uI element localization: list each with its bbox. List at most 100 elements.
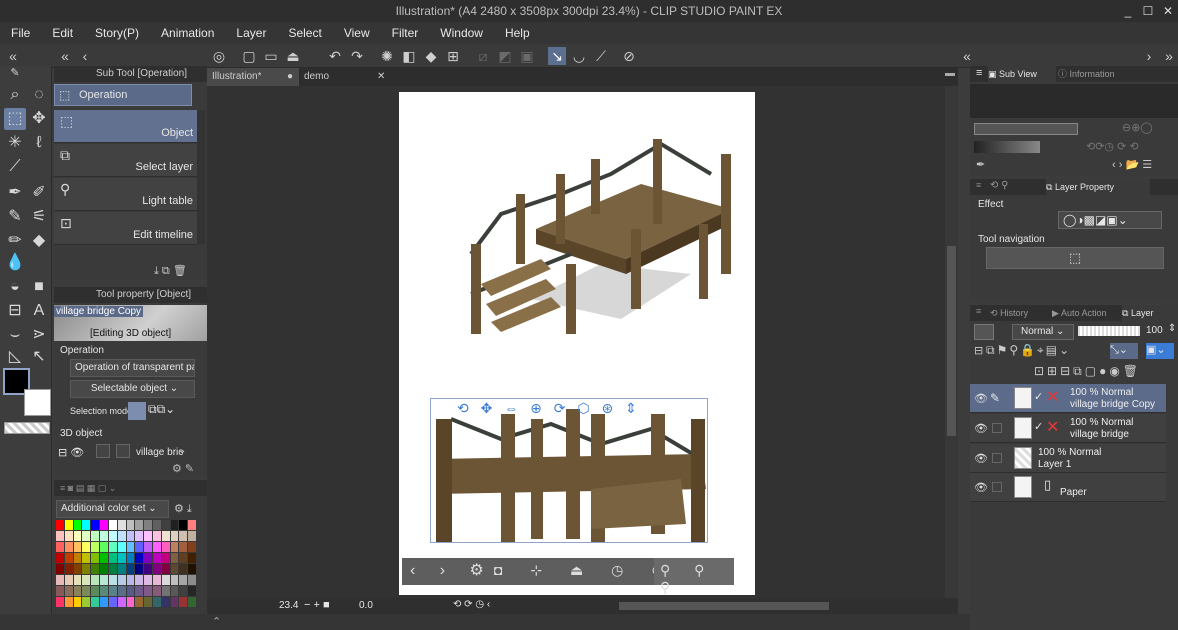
blend-mode-select[interactable]: Normal ⌄ bbox=[1012, 324, 1074, 340]
color-swatch[interactable] bbox=[144, 520, 152, 530]
color-swatch[interactable] bbox=[117, 586, 126, 596]
color-swatch[interactable] bbox=[126, 575, 135, 585]
color-swatch[interactable] bbox=[82, 531, 91, 541]
color-swatch[interactable] bbox=[170, 597, 179, 607]
color-swatch[interactable] bbox=[152, 597, 161, 607]
transparent-color-swatch[interactable] bbox=[4, 422, 50, 434]
color-swatch[interactable] bbox=[135, 597, 144, 607]
color-swatch[interactable] bbox=[161, 597, 170, 607]
color-swatch[interactable] bbox=[64, 597, 73, 607]
color-swatch[interactable] bbox=[100, 597, 108, 607]
lasso-dotted-icon[interactable]: ◌ bbox=[28, 84, 50, 106]
color-swatch[interactable] bbox=[100, 520, 108, 530]
selection-border-icon[interactable]: ▣ bbox=[518, 47, 536, 65]
color-swatch[interactable] bbox=[188, 597, 196, 607]
rotate-controls-icon[interactable]: ⟲ ⟳ ◷ ‹ bbox=[453, 599, 490, 610]
color-swatch[interactable] bbox=[64, 542, 73, 552]
color-swatch[interactable] bbox=[170, 553, 179, 563]
color-swatch[interactable] bbox=[170, 586, 179, 596]
canvas-paper[interactable]: ⟲ ✥ ⇔ ⊕ ⟳ ⬡ ⊛ ⇕ ‹ › ⚙ ◘ ⊹ ⏏ ◷ ⊛ ⟳ ⚲ ⚲ ⚲ bbox=[399, 92, 755, 595]
color-swatch[interactable] bbox=[82, 542, 91, 552]
color-swatch[interactable] bbox=[161, 586, 170, 596]
color-swatch[interactable] bbox=[188, 575, 196, 585]
color-swatch[interactable] bbox=[82, 597, 91, 607]
color-swatch[interactable] bbox=[56, 553, 64, 563]
bridge-3d-model-small[interactable] bbox=[431, 399, 708, 543]
tab-history[interactable]: ⟲ History bbox=[990, 305, 1048, 321]
hscroll-thumb[interactable] bbox=[619, 602, 829, 610]
eyedropper-icon[interactable]: ✒ bbox=[976, 158, 985, 171]
edit-target-box[interactable] bbox=[992, 453, 1002, 463]
color-swatch[interactable] bbox=[56, 597, 64, 607]
layer-panel-menu-icon[interactable]: ⊟ bbox=[974, 344, 983, 357]
color-swatch[interactable] bbox=[82, 553, 91, 563]
sub-tool-group[interactable]: ⬚ Operation bbox=[54, 84, 192, 106]
color-swatch[interactable] bbox=[144, 564, 152, 574]
object-lock-toggle[interactable] bbox=[96, 444, 110, 458]
snap-grid-icon[interactable]: ⟋ bbox=[592, 47, 610, 65]
tab-layer-property[interactable]: ⧉ Layer Property bbox=[1046, 179, 1150, 195]
color-swatch[interactable] bbox=[152, 564, 161, 574]
color-swatch[interactable] bbox=[126, 564, 135, 574]
collapse-left-icon[interactable]: « bbox=[4, 47, 22, 65]
color-swatch[interactable] bbox=[144, 575, 152, 585]
menu-filter[interactable]: Filter bbox=[381, 26, 430, 40]
sub-tool-actions-icon[interactable]: ⤓ ⧉ 🗑 bbox=[154, 264, 187, 278]
opacity-value[interactable]: 100 bbox=[1146, 325, 1163, 336]
navigator-slider[interactable] bbox=[974, 123, 1078, 135]
pencil-icon[interactable]: ✐ bbox=[28, 182, 50, 204]
color-swatch[interactable] bbox=[117, 520, 126, 530]
color-swatch[interactable] bbox=[73, 542, 82, 552]
expand-up-icon[interactable]: ⌃ bbox=[212, 615, 221, 628]
color-swatch[interactable] bbox=[188, 586, 196, 596]
color-swatch[interactable] bbox=[108, 531, 117, 541]
eraser-icon[interactable]: ◆ bbox=[28, 230, 50, 252]
sub-tool-item-edit-timeline[interactable]: ⊡ Edit timeline bbox=[54, 212, 197, 245]
color-swatch[interactable] bbox=[144, 597, 152, 607]
rotate-buttons-icon[interactable]: ⟲⟳◷ ⟳ ⟲ bbox=[1086, 140, 1139, 153]
color-swatch[interactable] bbox=[179, 520, 188, 530]
visibility-eye-icon[interactable]: 👁 bbox=[974, 452, 988, 465]
zoom-icon[interactable]: ⌕ bbox=[4, 84, 26, 106]
expand-right-icon[interactable]: » bbox=[1160, 47, 1178, 65]
color-swatch[interactable] bbox=[188, 542, 196, 552]
light-source-icon[interactable]: ⚲ ⚲ ⚲ bbox=[660, 562, 734, 596]
tab-icons[interactable]: ⟲ ⚲ bbox=[990, 180, 1008, 191]
tab-auto-action[interactable]: ▶ Auto Action bbox=[1052, 305, 1120, 321]
eyedropper-icon[interactable]: ⟋ bbox=[4, 156, 26, 178]
color-swatch[interactable] bbox=[91, 531, 100, 541]
visibility-eye-icon[interactable]: 👁 bbox=[974, 422, 988, 435]
color-swatch[interactable] bbox=[82, 586, 91, 596]
invert-selection-icon[interactable]: ◩ bbox=[496, 47, 514, 65]
color-swatch[interactable] bbox=[152, 553, 161, 563]
effect-buttons-icon[interactable]: ◯◑▩◪▣⌄ bbox=[1058, 211, 1162, 229]
color-swatch[interactable] bbox=[144, 553, 152, 563]
chevron-right-icon[interactable]: › bbox=[1140, 47, 1158, 65]
color-swatch[interactable] bbox=[170, 542, 179, 552]
color-swatch[interactable] bbox=[73, 520, 82, 530]
color-swatch[interactable] bbox=[135, 531, 144, 541]
menu-animation[interactable]: Animation bbox=[150, 26, 225, 40]
balloon-icon[interactable]: ⋗ bbox=[28, 324, 50, 346]
color-swatch[interactable] bbox=[73, 597, 82, 607]
frame-icon[interactable]: ⊟ bbox=[4, 300, 26, 322]
color-swatch[interactable] bbox=[108, 542, 117, 552]
figure-icon[interactable]: ⌣ bbox=[4, 324, 26, 346]
color-swatch[interactable] bbox=[73, 553, 82, 563]
color-swatch[interactable] bbox=[64, 575, 73, 585]
tab-illustration[interactable]: Illustration* ● bbox=[207, 68, 299, 86]
color-swatch[interactable] bbox=[161, 553, 170, 563]
lasso-icon[interactable]: ℓ bbox=[28, 132, 50, 154]
color-swatch[interactable] bbox=[64, 553, 73, 563]
clear-icon[interactable]: ◧ bbox=[400, 47, 418, 65]
sub-tool-item-select-layer[interactable]: ⧉ Select layer bbox=[54, 144, 197, 177]
color-swatch[interactable] bbox=[100, 564, 108, 574]
chevron-left-icon[interactable]: ‹ bbox=[76, 47, 94, 65]
sub-tool-scrollbar[interactable] bbox=[197, 110, 205, 244]
color-swatch[interactable] bbox=[135, 542, 144, 552]
color-swatch[interactable] bbox=[117, 597, 126, 607]
color-swatch[interactable] bbox=[144, 542, 152, 552]
canvas-vertical-scrollbar[interactable] bbox=[945, 86, 958, 598]
color-swatch[interactable] bbox=[135, 520, 144, 530]
color-swatch[interactable] bbox=[126, 597, 135, 607]
